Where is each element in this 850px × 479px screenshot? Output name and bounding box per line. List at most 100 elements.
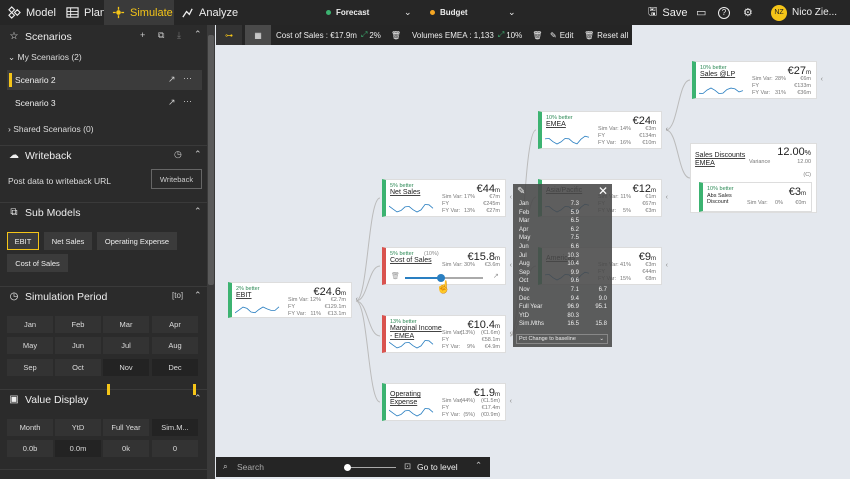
delete-icon[interactable]: 🗑 <box>391 272 400 280</box>
popup-value-sim[interactable]: 6.6 <box>551 244 579 253</box>
search-input[interactable]: Search <box>237 462 264 472</box>
chevron-up-icon[interactable]: ⌃ <box>194 29 202 40</box>
value-display-ytd-button[interactable]: YtD <box>55 419 101 436</box>
popup-value-sim[interactable]: 7.3 <box>551 201 579 210</box>
hierarchy-view-button[interactable]: ⊶ <box>216 25 242 45</box>
writeback-button[interactable]: Writeback <box>151 169 202 189</box>
popup-value-sim[interactable]: 9.6 <box>551 278 579 287</box>
forecast-selector[interactable]: Forecast <box>326 0 369 25</box>
delete-icon[interactable]: 🗑 <box>532 31 542 40</box>
share-icon[interactable]: ↗ <box>168 74 176 85</box>
month-may[interactable]: May <box>7 337 53 354</box>
submodel-cost-of-sales[interactable]: Cost of Sales <box>7 254 68 272</box>
popup-value-sim[interactable]: 10.3 <box>551 253 579 262</box>
close-icon[interactable]: ✕ <box>598 184 608 198</box>
expand-chevron-icon[interactable]: ‹ <box>510 330 512 337</box>
month-jul[interactable]: Jul <box>103 337 149 354</box>
expand-chevron-icon[interactable]: ‹ <box>356 296 358 303</box>
download-icon[interactable]: ⤓ <box>177 30 181 41</box>
more-icon[interactable]: ··· <box>183 96 192 106</box>
node-netsales[interactable]: 5% better Net Sales €44m Sim Var: 17% €7m FY €2… <box>382 179 512 217</box>
month-jan[interactable]: Jan <box>7 316 53 333</box>
month-nov[interactable]: Nov <box>103 359 149 376</box>
edit-button[interactable]: ✎ Edit <box>550 25 574 45</box>
popup-value-sim[interactable]: 16.5 <box>551 321 579 330</box>
submodel-operating-expense[interactable]: Operating Expense <box>97 232 177 250</box>
settings-button[interactable]: ⚙ <box>743 0 753 25</box>
month-apr[interactable]: Apr <box>152 316 198 333</box>
forecast-dropdown[interactable]: ⌄ <box>404 0 412 25</box>
month-oct[interactable]: Oct <box>55 359 101 376</box>
node-saleslp[interactable]: 10% better Sales @LP €27m Sim Var: 28% €6m FY €… <box>692 61 823 99</box>
budget-dropdown[interactable]: ⌄ <box>508 0 516 25</box>
node-mi[interactable]: 13% better Marginal Income - EMEA €10.4m Si… <box>382 315 512 353</box>
expand-chevron-icon[interactable]: ‹ <box>510 194 512 201</box>
expand-chevron-icon[interactable]: ‹ <box>666 194 668 201</box>
zoom-slider[interactable] <box>344 464 396 471</box>
popup-value-sim[interactable]: 9.4 <box>551 296 579 305</box>
value-display-format[interactable]: 0 <box>152 440 198 457</box>
node-abs-sales-discount[interactable]: 10% better Abs Sales Discount €3m Sim Va… <box>699 182 812 212</box>
copy-icon[interactable]: ⧉ <box>158 30 164 41</box>
month-sep[interactable]: Sep <box>7 359 53 376</box>
pct-change-dropdown[interactable]: Pct Change to baseline ⌄ <box>516 334 608 344</box>
reset-all-button[interactable]: 🗑 Reset all <box>584 25 628 45</box>
value-display-format[interactable]: 0.0b <box>7 440 53 457</box>
expand-chevron-icon[interactable]: ‹ <box>821 76 823 83</box>
submodel-ebit[interactable]: EBIT <box>7 232 39 250</box>
cost-of-sales-chip[interactable]: Cost of Sales : €17.9m ⤢ 2% 🗑 <box>276 25 401 45</box>
submodel-net-sales[interactable]: Net Sales <box>44 232 92 250</box>
shared-scenarios-header[interactable]: › Shared Scenarios (0) <box>8 124 94 134</box>
popup-value-sim[interactable]: 6.2 <box>551 227 579 236</box>
chevron-up-icon[interactable]: ⌃ <box>475 460 482 471</box>
expand-chevron-icon[interactable]: ‹ <box>666 126 668 133</box>
chevron-up-icon[interactable]: ⌃ <box>194 206 202 217</box>
help-button[interactable]: ? <box>718 0 730 25</box>
my-scenarios-header[interactable]: ⌄ My Scenarios (2) <box>8 52 82 63</box>
history-icon[interactable]: ◷ <box>174 149 182 160</box>
popup-value-sim[interactable]: 96.9 <box>551 304 579 313</box>
grid-view-button[interactable]: ▦ <box>245 25 271 45</box>
month-mar[interactable]: Mar <box>103 316 149 333</box>
sidebar-scrollbar[interactable] <box>207 25 215 479</box>
more-icon[interactable]: ··· <box>183 73 192 83</box>
value-display-sim-months-button[interactable]: Sim.M... <box>152 419 198 436</box>
popup-value-sim[interactable]: 5.9 <box>551 210 579 219</box>
plan-tab[interactable]: Plan <box>66 0 106 25</box>
budget-selector[interactable]: Budget <box>430 0 468 25</box>
popup-value-sim[interactable]: 80.3 <box>551 313 579 322</box>
cost-of-sales-slider[interactable] <box>405 274 483 282</box>
user-menu[interactable]: NZ Nico Zie... <box>771 0 837 25</box>
go-to-level-label[interactable]: Go to level <box>417 462 458 472</box>
add-icon[interactable]: + <box>140 30 145 40</box>
scrollbar-thumb[interactable] <box>208 35 214 285</box>
analyze-tab[interactable]: Analyze <box>181 0 238 25</box>
save-button[interactable]: 🖫 Save <box>648 0 687 25</box>
open-external-icon[interactable]: ↗ <box>493 272 499 280</box>
expand-chevron-icon[interactable]: ‹ <box>510 262 512 269</box>
value-display-format[interactable]: 0.0m <box>55 440 101 457</box>
comment-button[interactable]: ▭ <box>696 0 706 25</box>
value-display-format[interactable]: 0k <box>103 440 149 457</box>
edit-table-icon[interactable]: ✎ <box>517 186 525 197</box>
popup-value-sim[interactable]: 10.4 <box>551 261 579 270</box>
volumes-emea-chip[interactable]: Volumes EMEA : 1,133 ⤢ 10% 🗑 <box>412 25 542 45</box>
node-ebit[interactable]: 2% better EBIT €24.6m Sim Var: 12% €2.7m FY €12… <box>228 282 358 318</box>
delete-icon[interactable]: 🗑 <box>391 31 401 40</box>
node-emea[interactable]: 10% better EMEA €24m Sim Var: 14% €3m FY €134m F… <box>538 111 668 149</box>
month-feb[interactable]: Feb <box>55 316 101 333</box>
popup-value-sim[interactable]: 9.9 <box>551 270 579 279</box>
share-icon[interactable]: ↗ <box>168 97 176 108</box>
chevron-up-icon[interactable]: ⌃ <box>194 290 202 301</box>
month-aug[interactable]: Aug <box>152 337 198 354</box>
month-jun[interactable]: Jun <box>55 337 101 354</box>
popup-value-sim[interactable]: 7.1 <box>551 287 579 296</box>
popup-value-sim[interactable]: 6.5 <box>551 218 579 227</box>
model-tab[interactable]: Model <box>8 0 56 25</box>
expand-chevron-icon[interactable]: ‹ <box>666 262 668 269</box>
month-dec[interactable]: Dec <box>152 359 198 376</box>
chevron-up-icon[interactable]: ⌃ <box>194 149 202 160</box>
zoom-handle[interactable] <box>344 464 351 471</box>
node-opex[interactable]: Operating Expense €1.9m Sim Var: (44%) (€1.5… <box>382 383 512 421</box>
simulate-tab[interactable]: Simulate <box>104 0 174 25</box>
